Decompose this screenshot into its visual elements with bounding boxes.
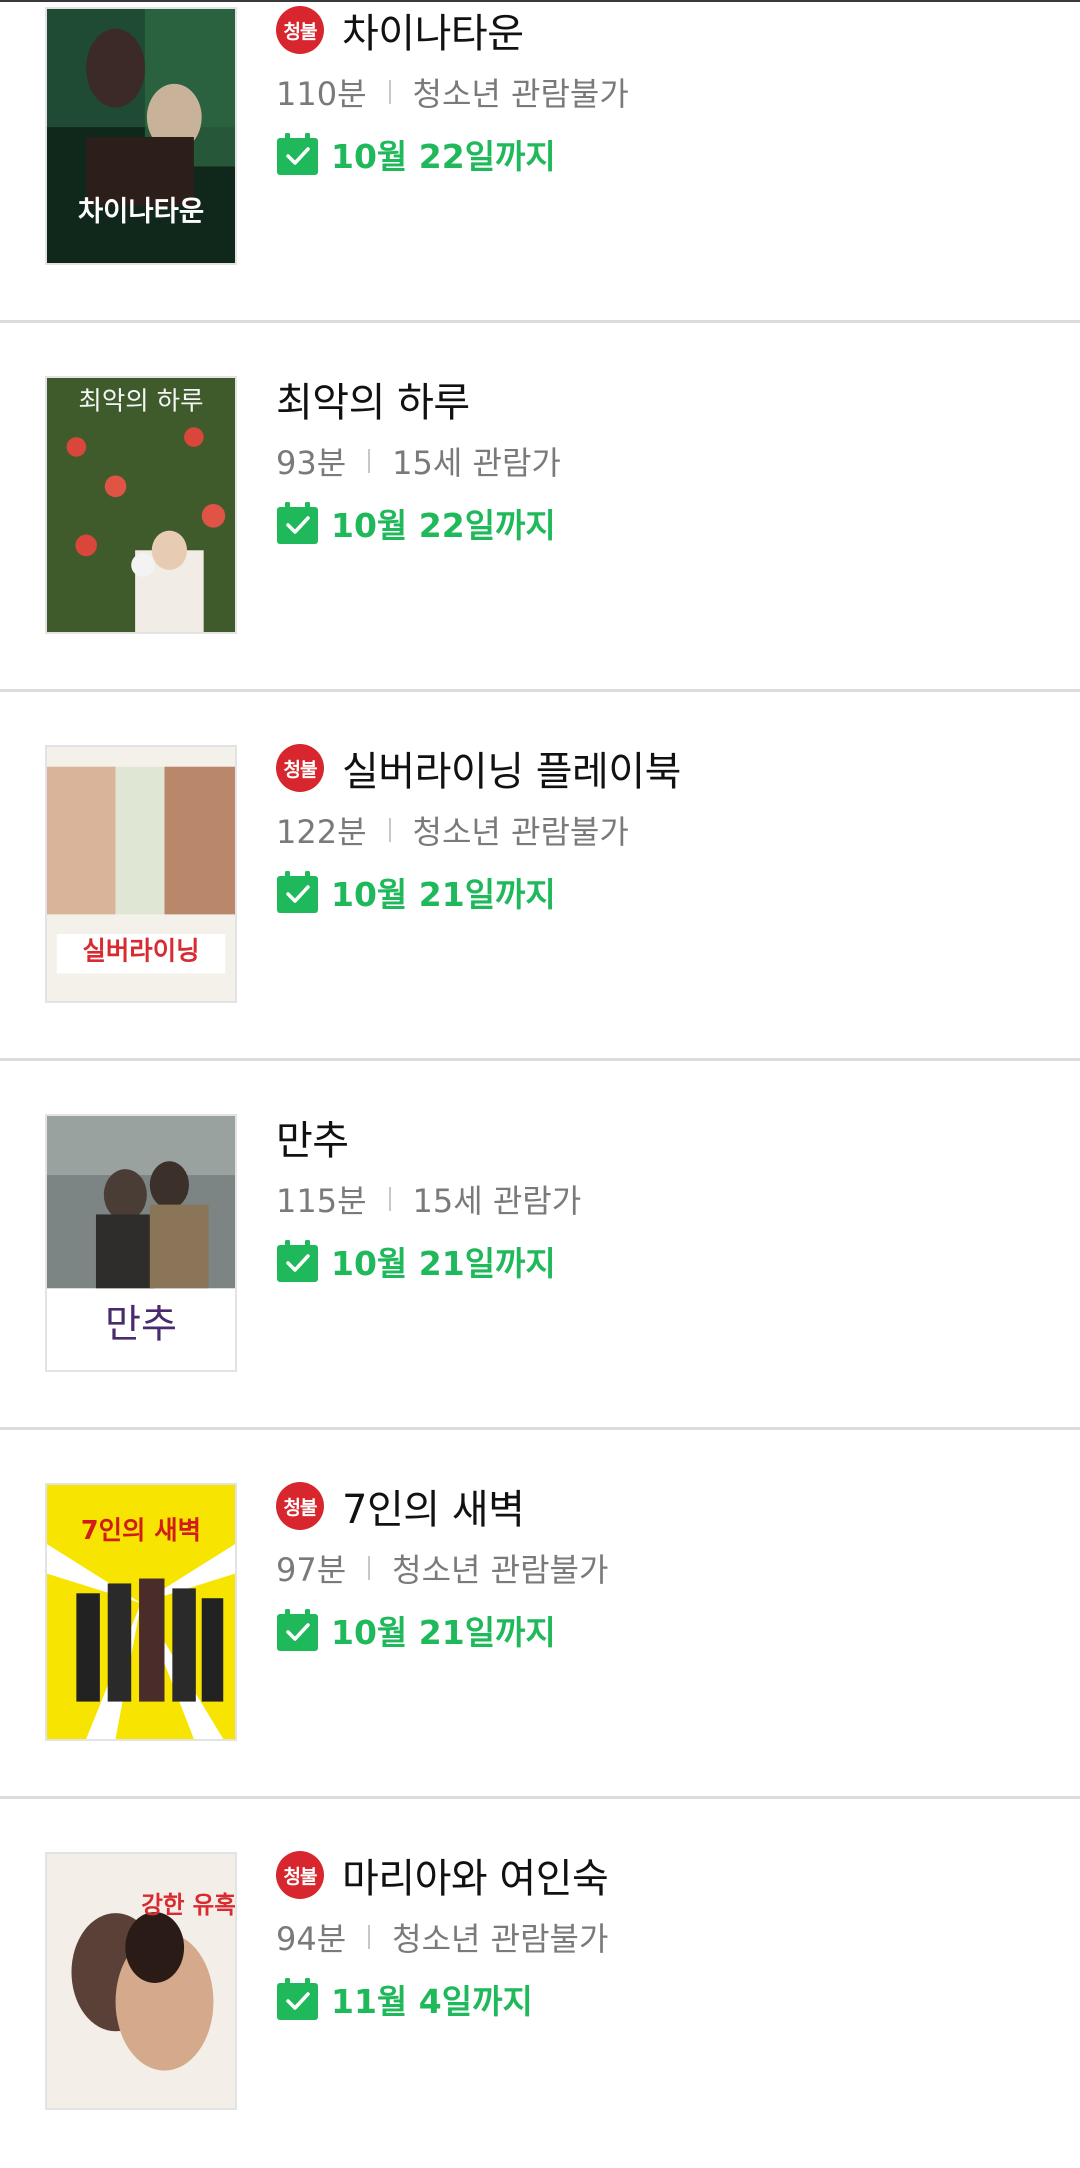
movie-age-rating: 청소년 관람불가 — [392, 1551, 609, 1589]
calendar-check-icon — [276, 1239, 319, 1283]
movie-age-rating: 청소년 관람불가 — [412, 75, 629, 113]
movie-title: 최악의 하루 — [276, 380, 470, 426]
poster-image: 최악의 하루 — [47, 378, 235, 632]
movie-age-rating: 청소년 관람불가 — [412, 813, 629, 851]
movie-poster[interactable]: 7인의 새벽 — [45, 1483, 237, 1741]
movie-info: 청불 마리아와 여인숙 94분 청소년 관람불가 11월 4일까지 — [276, 1845, 609, 2027]
meta-separator — [368, 1925, 371, 1949]
calendar-check-icon — [276, 132, 319, 176]
movie-duration: 110분 — [276, 75, 367, 113]
movie-info: 만추 115분 15세 관람가 10월 21일까지 — [276, 1107, 581, 1289]
movie-age-rating: 청소년 관람불가 — [392, 1920, 609, 1958]
meta-separator — [368, 1556, 371, 1580]
poster-image: 차이나타운 — [47, 9, 235, 263]
movie-duration: 115분 — [276, 1182, 367, 1220]
poster-title-text: 만추 — [105, 1302, 177, 1347]
calendar-check-icon — [276, 501, 319, 545]
movie-duration: 122분 — [276, 813, 367, 851]
movie-duration: 93분 — [276, 444, 347, 482]
movie-info: 청불 7인의 새벽 97분 청소년 관람불가 10월 21일까지 — [276, 1476, 608, 1658]
movie-title: 마리아와 여인숙 — [342, 1856, 609, 1902]
movie-poster[interactable]: 만추 — [45, 1114, 237, 1372]
movie-title: 실버라이닝 플레이북 — [342, 749, 681, 795]
poster-title-text: 차이나타운 — [78, 196, 204, 228]
screening-until: 10월 21일까지 — [331, 1244, 556, 1283]
poster-title-text: 실버라이닝 — [82, 937, 199, 967]
poster-title-text: 7인의 새벽 — [81, 1516, 201, 1546]
meta-separator — [388, 818, 391, 842]
movie-poster[interactable]: 강한 유혹! — [45, 1852, 237, 2110]
restricted-rating-badge: 청불 — [276, 6, 324, 54]
movie-duration: 97분 — [276, 1551, 347, 1589]
movie-list-item[interactable]: 실버라이닝 청불 실버라이닝 플레이북 122분 청소년 관람불가 10월 21… — [0, 692, 1080, 1061]
movie-list-item[interactable]: 강한 유혹! 청불 마리아와 여인숙 94분 청소년 관람불가 11월 4일까지 — [0, 1799, 1080, 2168]
restricted-rating-badge: 청불 — [276, 1851, 324, 1899]
movie-title: 만추 — [276, 1118, 349, 1164]
poster-image: 7인의 새벽 — [47, 1485, 235, 1739]
movie-info: 청불 실버라이닝 플레이북 122분 청소년 관람불가 10월 21일까지 — [276, 738, 681, 920]
screening-until: 10월 22일까지 — [331, 137, 556, 176]
restricted-rating-badge: 청불 — [276, 1482, 324, 1530]
movie-info: 청불 차이나타운 110분 청소년 관람불가 10월 22일까지 — [276, 0, 629, 182]
screening-until: 11월 4일까지 — [331, 1982, 533, 2021]
calendar-check-icon — [276, 1608, 319, 1652]
restricted-rating-badge: 청불 — [276, 744, 324, 792]
screening-until: 10월 21일까지 — [331, 875, 556, 914]
meta-separator — [388, 80, 391, 104]
poster-image: 강한 유혹! — [47, 1854, 235, 2108]
movie-age-rating: 15세 관람가 — [392, 444, 561, 482]
movie-list-item[interactable]: 최악의 하루 최악의 하루 93분 15세 관람가 10월 22일까지 — [0, 323, 1080, 692]
meta-separator — [368, 449, 371, 473]
movie-age-rating: 15세 관람가 — [412, 1182, 582, 1220]
movie-poster[interactable]: 차이나타운 — [45, 7, 237, 265]
poster-image: 실버라이닝 — [47, 747, 235, 1001]
screening-until: 10월 22일까지 — [331, 506, 556, 545]
poster-title-text: 최악의 하루 — [78, 386, 203, 416]
movie-list-item[interactable]: 7인의 새벽 청불 7인의 새벽 97분 청소년 관람불가 10월 21일까지 — [0, 1430, 1080, 1799]
poster-title-text: 강한 유혹! — [141, 1891, 235, 1919]
movie-info: 최악의 하루 93분 15세 관람가 10월 22일까지 — [276, 369, 561, 551]
movie-list-item[interactable]: 차이나타운 청불 차이나타운 110분 청소년 관람불가 10월 22일까지 — [0, 0, 1080, 323]
screening-until: 10월 21일까지 — [331, 1613, 556, 1652]
movie-title: 차이나타운 — [342, 11, 524, 57]
calendar-check-icon — [276, 1977, 319, 2021]
movie-list-item[interactable]: 만추 만추 115분 15세 관람가 10월 21일까지 — [0, 1061, 1080, 1430]
poster-image: 만추 — [47, 1116, 235, 1370]
movie-poster[interactable]: 최악의 하루 — [45, 376, 237, 634]
movie-duration: 94분 — [276, 1920, 347, 1958]
movie-poster[interactable]: 실버라이닝 — [45, 745, 237, 1003]
meta-separator — [388, 1187, 391, 1211]
movie-title: 7인의 새벽 — [342, 1487, 525, 1533]
calendar-check-icon — [276, 870, 319, 914]
